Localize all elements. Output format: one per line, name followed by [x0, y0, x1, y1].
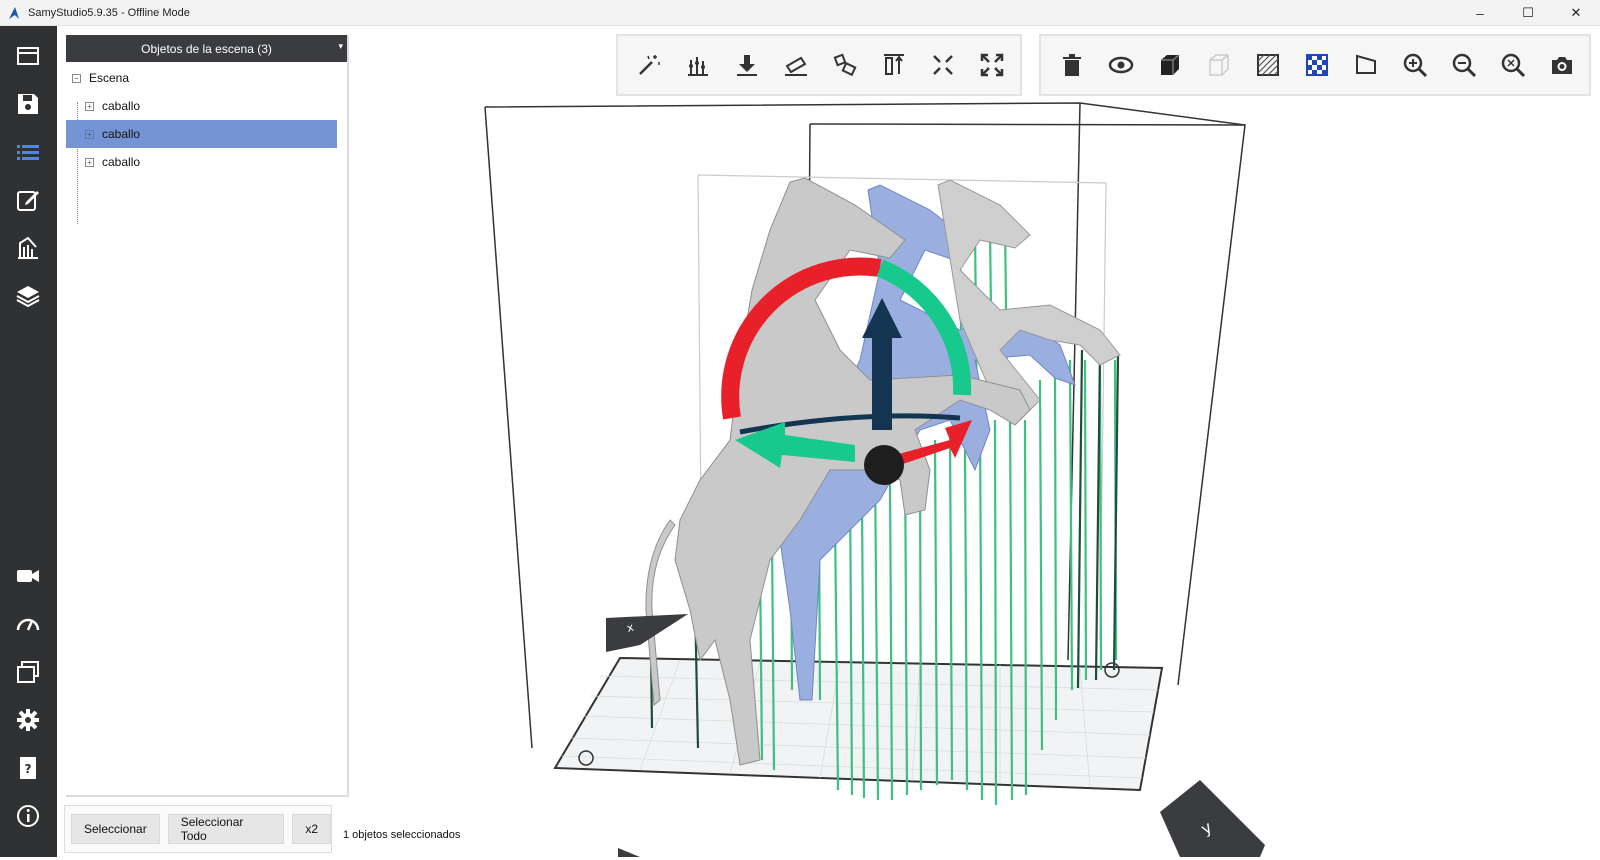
plate-direction-marker-left: x — [606, 614, 688, 652]
tree-item-caballo-1[interactable]: + caballo — [66, 92, 347, 120]
scene-objects-panel: Objetos de la escena (3) ▾ − Escena + ca… — [66, 35, 349, 797]
supports-icon[interactable] — [12, 232, 44, 264]
fit-screen-icon[interactable] — [967, 42, 1016, 88]
window-title: SamyStudio5.9.35 - Offline Mode — [28, 6, 190, 19]
solid-cube-icon[interactable] — [1145, 42, 1194, 88]
scene-list-icon[interactable] — [12, 136, 44, 168]
expand-toggle-icon[interactable]: + — [85, 101, 94, 111]
windows-icon[interactable] — [12, 656, 44, 688]
info-icon[interactable] — [12, 800, 44, 832]
transparent-cube-icon[interactable] — [1194, 42, 1243, 88]
view-eye-icon[interactable] — [1096, 42, 1145, 88]
collapse-toggle-icon[interactable]: − — [72, 73, 81, 83]
maximize-button[interactable]: ☐ — [1504, 0, 1552, 26]
3d-viewport[interactable]: x y — [350, 98, 1600, 857]
left-sidebar: ? — [0, 26, 57, 857]
height-icon[interactable] — [869, 42, 918, 88]
screenshot-camera-icon[interactable] — [1537, 42, 1586, 88]
close-button[interactable]: ✕ — [1552, 0, 1600, 26]
save-icon[interactable] — [12, 88, 44, 120]
zoom-in-icon[interactable] — [1390, 42, 1439, 88]
zoom-out-icon[interactable] — [1439, 42, 1488, 88]
tree-item-label: caballo — [102, 99, 141, 113]
settings-gear-icon[interactable] — [12, 704, 44, 736]
magic-wand-icon[interactable] — [624, 42, 673, 88]
checker-view-icon[interactable] — [1292, 42, 1341, 88]
hatch-view-icon[interactable] — [1243, 42, 1292, 88]
drop-to-plate-icon[interactable] — [722, 42, 771, 88]
help-manual-icon[interactable]: ? — [12, 752, 44, 784]
tree-item-label: caballo — [102, 127, 141, 141]
select-all-button[interactable]: Seleccionar Todo — [167, 814, 285, 844]
edit-icon[interactable] — [12, 184, 44, 216]
view-tools-toolbar — [1039, 34, 1591, 96]
selection-bar: Seleccionar Seleccionar Todo x2 — [64, 805, 332, 853]
tree-root-escena[interactable]: − Escena — [66, 64, 347, 92]
tree-item-label: caballo — [102, 155, 141, 169]
tree-root-label: Escena — [89, 71, 130, 85]
lay-flat-icon[interactable] — [771, 42, 820, 88]
minimize-button[interactable]: – — [1456, 0, 1504, 26]
model-tools-toolbar — [616, 34, 1022, 96]
plate-corner-marker — [618, 848, 640, 857]
zoom-fit-icon[interactable] — [1488, 42, 1537, 88]
camera-icon[interactable] — [12, 560, 44, 592]
delete-trash-icon[interactable] — [1047, 42, 1096, 88]
panel-header: Objetos de la escena (3) ▾ — [66, 35, 347, 62]
supports-bars-icon[interactable] — [673, 42, 722, 88]
expand-toggle-icon[interactable]: + — [85, 157, 94, 167]
rotate-object-icon[interactable] — [820, 42, 869, 88]
open-project-icon[interactable] — [12, 40, 44, 72]
tree-item-caballo-2[interactable]: + caballo — [66, 120, 337, 148]
select-button[interactable]: Seleccionar — [71, 814, 160, 844]
x2-button[interactable]: x2 — [292, 814, 331, 844]
tree-item-caballo-3[interactable]: + caballo — [66, 148, 347, 176]
slice-flag-icon[interactable] — [1341, 42, 1390, 88]
svg-text:?: ? — [25, 762, 32, 776]
panel-menu-caret-icon[interactable]: ▾ — [338, 41, 343, 52]
scene-tree: − Escena + caballo + caballo + caballo — [66, 62, 347, 224]
panel-title: Objetos de la escena (3) — [141, 41, 272, 56]
app-logo-icon — [6, 5, 22, 21]
speed-gauge-icon[interactable] — [12, 608, 44, 640]
layers-icon[interactable] — [12, 280, 44, 312]
title-bar: SamyStudio5.9.35 - Offline Mode – ☐ ✕ — [0, 0, 1600, 26]
expand-toggle-icon[interactable]: + — [85, 129, 94, 139]
plate-direction-marker-right: y — [1160, 780, 1265, 857]
arrange-icon[interactable] — [918, 42, 967, 88]
